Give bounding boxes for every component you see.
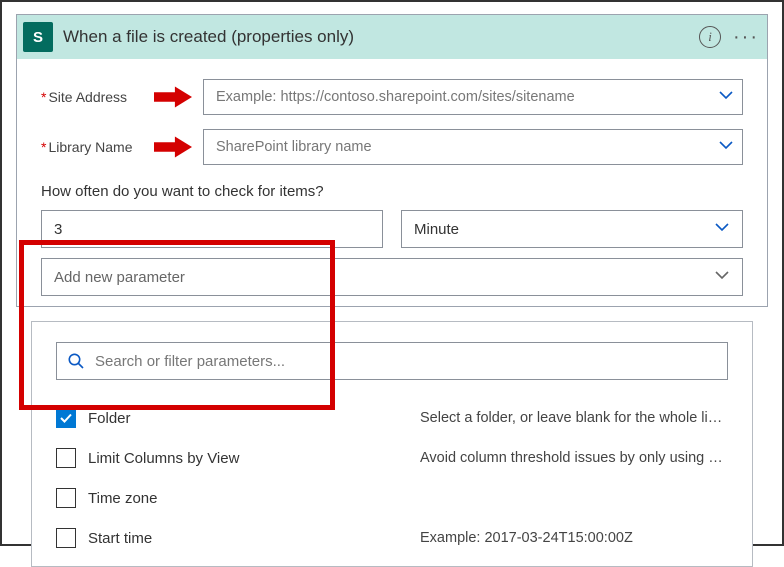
- chevron-down-icon: [718, 137, 734, 158]
- annotation-arrow-icon: [143, 86, 203, 108]
- parameter-dropdown-panel: Search or filter parameters... Folder Se…: [31, 321, 753, 567]
- parameter-option[interactable]: Time zone: [56, 478, 728, 518]
- site-address-placeholder: Example: https://contoso.sharepoint.com/…: [216, 89, 718, 105]
- card-title: When a file is created (properties only): [63, 27, 699, 47]
- search-placeholder: Search or filter parameters...: [95, 353, 285, 370]
- library-name-dropdown[interactable]: SharePoint library name: [203, 129, 743, 165]
- site-address-label: *Site Address: [41, 89, 143, 105]
- library-name-label: *Library Name: [41, 139, 143, 155]
- search-icon: [67, 352, 85, 370]
- checkbox[interactable]: [56, 448, 76, 468]
- parameter-search-input[interactable]: Search or filter parameters...: [56, 342, 728, 380]
- info-icon[interactable]: i: [699, 26, 721, 48]
- action-card: S When a file is created (properties onl…: [16, 14, 768, 307]
- add-parameter-dropdown[interactable]: Add new parameter: [41, 258, 743, 296]
- sharepoint-icon: S: [23, 22, 53, 52]
- library-name-placeholder: SharePoint library name: [216, 139, 718, 155]
- recurrence-question: How often do you want to check for items…: [41, 183, 743, 200]
- card-header[interactable]: S When a file is created (properties onl…: [17, 15, 767, 59]
- parameter-option[interactable]: Start time Example: 2017-03-24T15:00:00Z: [56, 518, 728, 558]
- annotation-arrow-icon: [143, 136, 203, 158]
- chevron-down-icon: [714, 219, 730, 240]
- parameter-option[interactable]: Limit Columns by View Avoid column thres…: [56, 438, 728, 478]
- checkbox[interactable]: [56, 488, 76, 508]
- checkbox[interactable]: [56, 528, 76, 548]
- chevron-down-icon: [714, 267, 730, 287]
- site-address-dropdown[interactable]: Example: https://contoso.sharepoint.com/…: [203, 79, 743, 115]
- unit-dropdown[interactable]: Minute: [401, 210, 743, 248]
- checkbox-checked[interactable]: [56, 408, 76, 428]
- more-icon[interactable]: ···: [733, 32, 759, 42]
- parameter-option[interactable]: Folder Select a folder, or leave blank f…: [56, 398, 728, 438]
- interval-input[interactable]: 3: [41, 210, 383, 248]
- chevron-down-icon: [718, 87, 734, 108]
